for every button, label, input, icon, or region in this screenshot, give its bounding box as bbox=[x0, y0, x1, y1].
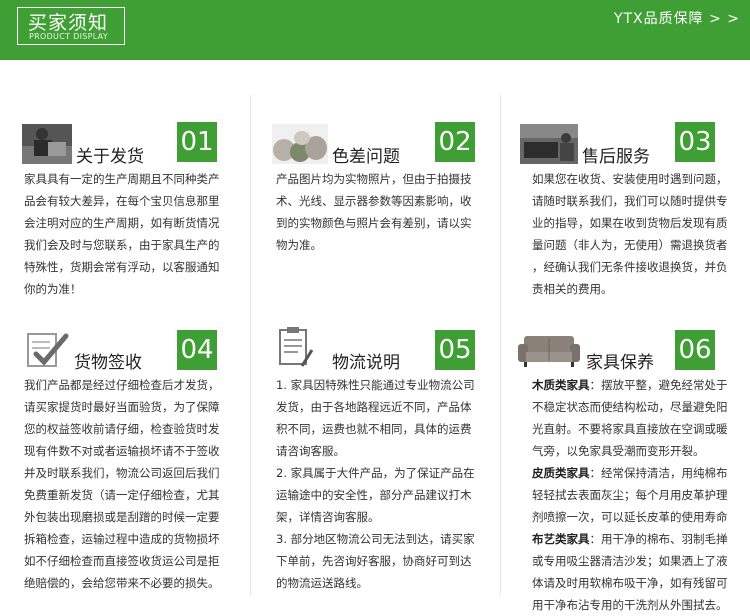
body-line: 剂喷擦一次，可以延长皮革的使用寿命 bbox=[532, 510, 728, 524]
column-divider bbox=[250, 95, 251, 595]
card-title: 关于发货 bbox=[76, 147, 144, 167]
card-title: 家具保养 bbox=[586, 353, 654, 373]
body-line: 气旁，以免家具受潮而变形开裂。 bbox=[532, 444, 705, 458]
header-tab: 买家须知 PRODUCT DISPLAY bbox=[17, 7, 125, 45]
header-bar: 买家须知 PRODUCT DISPLAY YTX品质保障 > > bbox=[0, 0, 750, 60]
body-line: 请买家提货时最好当面验货，为了保障 bbox=[24, 400, 220, 414]
body-line: 用干净布沾专用的干洗剂从外围拭去。 bbox=[532, 598, 728, 612]
body-line: 术、光线、显示器参数等因素影响，收 bbox=[276, 194, 472, 208]
body-line: 皮质类家具：经常保持清洁，用纯棉布 bbox=[532, 462, 748, 484]
body-line: 3. 部分地区物流公司无法到达，请买家 bbox=[276, 532, 475, 546]
body-line: 物为准。 bbox=[276, 238, 322, 252]
card-color-difference: 色差问题 02 产品图片均为实物照片，但由于拍摄技 术、光线、显示器参数等因素影… bbox=[272, 122, 497, 322]
body-line: 不稳定状态而使结构松动，尽量避免阳 bbox=[532, 400, 728, 414]
card-furniture-care: 家具保养 06 木质类家具：摆放平整，避免经常处于 不稳定状态而使结构松动，尽量… bbox=[516, 330, 748, 612]
body-line: 我们会及时与您联系，由于家具生产的 bbox=[24, 238, 220, 252]
card-number: 02 bbox=[435, 122, 475, 162]
card-body: 产品图片均为实物照片，但由于拍摄技 术、光线、显示器参数等因素影响，收 到的实物… bbox=[276, 168, 498, 256]
clipboard-icon bbox=[276, 326, 316, 370]
body-line: 请随时联系我们，我们可以随时提供专 bbox=[532, 194, 728, 208]
body-line: 到的实物颜色与照片会有差别，请以实 bbox=[276, 216, 472, 230]
column-divider bbox=[500, 95, 501, 595]
body-line: 拆箱检查，运输过程中造成的货物损坏 bbox=[24, 532, 220, 546]
body-line: 特殊性，货期会常有浮动，以客服通知 bbox=[24, 260, 220, 274]
body-line: 请咨询客服。 bbox=[276, 444, 345, 458]
sofa-icon bbox=[516, 330, 582, 370]
card-delivery-signing: 货物签收 04 我们产品都是经过仔细检查后才发货， 请买家提货时最好当面验货，为… bbox=[22, 330, 247, 600]
body-line: 责相关的费用。 bbox=[532, 282, 613, 296]
service-sofa-photo-icon bbox=[520, 124, 578, 164]
delivery-worker-photo-icon bbox=[22, 124, 72, 164]
body-line: 的物流运送路线。 bbox=[276, 576, 368, 590]
card-title: 货物签收 bbox=[74, 353, 142, 373]
card-body: 我们产品都是经过仔细检查后才发货， 请买家提货时最好当面验货，为了保障 您的权益… bbox=[24, 374, 249, 594]
body-line: 如不仔细检查而直接签收货运公司是拒 bbox=[24, 554, 220, 568]
card-body: 1. 家具因特殊性只能通过专业物流公司 发货，由于各地路程远近不同，产品体 积不… bbox=[276, 374, 498, 594]
body-line: 品会有较大差异，在每个宝贝信息那里 bbox=[24, 194, 220, 208]
body-line-rest: ：摆放平整，避免经常处于 bbox=[589, 378, 728, 392]
body-line: 免费重新发货（请一定仔细检查，尤其 bbox=[24, 488, 220, 502]
body-line: 如果您在收货、安装使用时遇到问题， bbox=[532, 172, 728, 186]
body-line: 或专用吸尘器清洁沙发；如果洒上了液 bbox=[532, 554, 728, 568]
card-title: 色差问题 bbox=[332, 147, 400, 167]
body-line: ，经确认我们无条件接收退换货，并负 bbox=[532, 260, 728, 274]
body-line: 1. 家具因特殊性只能通过专业物流公司 bbox=[276, 378, 475, 392]
card-title: 物流说明 bbox=[332, 353, 400, 373]
body-line: 运输途中的安全性，部分产品建议打木 bbox=[276, 488, 472, 502]
checklist-icon bbox=[22, 330, 72, 370]
body-line: 下单前，先咨询好客服，协商好可到达 bbox=[276, 554, 472, 568]
body-line: 你的为准！ bbox=[24, 282, 82, 296]
card-number: 01 bbox=[177, 122, 217, 162]
card-number: 04 bbox=[177, 330, 217, 370]
card-title: 售后服务 bbox=[582, 147, 650, 167]
body-line: 家具具有一定的生产周期且不同种类产 bbox=[24, 172, 220, 186]
body-line: 业的指导，如果在收到货物后发现有质 bbox=[532, 216, 728, 230]
body-line-rest: ：经常保持清洁，用纯棉布 bbox=[589, 466, 728, 480]
card-body: 如果您在收货、安装使用时遇到问题， 请随时联系我们，我们可以随时提供专 业的指导… bbox=[532, 168, 747, 300]
body-line: 并及时联系我们，物流公司返回后我们 bbox=[24, 466, 220, 480]
body-line: 外包装出现磨损或是刮蹭的时候一定要 bbox=[24, 510, 220, 524]
body-line: 木质类家具：摆放平整，避免经常处于 bbox=[532, 374, 748, 396]
card-number: 05 bbox=[435, 330, 475, 370]
body-line: 体请及时用软棉布吸干净，如有残留可 bbox=[532, 576, 728, 590]
keyword-wood: 木质类家具 bbox=[532, 378, 590, 392]
body-line: 发货，由于各地路程远近不同，产品体 bbox=[276, 400, 472, 414]
body-line: 绝赔偿的，会给您带来不必要的损失。 bbox=[24, 576, 220, 590]
keyword-fabric: 布艺类家具 bbox=[532, 532, 590, 546]
quality-guarantee-link[interactable]: YTX品质保障 > > bbox=[614, 8, 740, 28]
card-after-sales: 售后服务 03 如果您在收货、安装使用时遇到问题， 请随时联系我们，我们可以随时… bbox=[520, 122, 745, 322]
card-body: 家具具有一定的生产周期且不同种类产 品会有较大差异，在每个宝贝信息那里 会注明对… bbox=[24, 168, 249, 300]
card-logistics: 物流说明 05 1. 家具因特殊性只能通过专业物流公司 发货，由于各地路程远近不… bbox=[276, 327, 498, 600]
card-number: 06 bbox=[675, 330, 715, 370]
body-line: 光直射。不要将家具直接放在空调或暖 bbox=[532, 422, 728, 436]
body-line: 布艺类家具：用干净的棉布、羽制毛掸 bbox=[532, 528, 748, 550]
body-line-rest: ：用干净的棉布、羽制毛掸 bbox=[589, 532, 728, 546]
card-number: 03 bbox=[675, 122, 715, 162]
card-body: 木质类家具：摆放平整，避免经常处于 不稳定状态而使结构松动，尽量避免阳 光直射。… bbox=[532, 374, 748, 616]
body-line: 量问题（非人为，无使用）需退换货者 bbox=[532, 238, 728, 252]
body-line: 现有件数不对或者运输损坏请不于签收 bbox=[24, 444, 220, 458]
body-line: 我们产品都是经过仔细检查后才发货， bbox=[24, 378, 220, 392]
body-line: 2. 家具属于大件产品，为了保证产品在 bbox=[276, 466, 475, 480]
header-subtitle: PRODUCT DISPLAY bbox=[29, 32, 109, 41]
body-line: 积不同，运费也就不相同，具体的运费 bbox=[276, 422, 472, 436]
body-line: 轻轻拭去表面灰尘；每个月用皮革护理 bbox=[532, 488, 728, 502]
header-title: 买家须知 bbox=[28, 12, 109, 34]
body-line: 架，详情咨询客服。 bbox=[276, 510, 380, 524]
body-line: 产品图片均为实物照片，但由于拍摄技 bbox=[276, 172, 472, 186]
body-line: 会注明对应的生产周期，如有断货情况 bbox=[24, 216, 220, 230]
card-shipping: 关于发货 01 家具具有一定的生产周期且不同种类产 品会有较大差异，在每个宝贝信… bbox=[22, 122, 247, 322]
body-line: 您的权益签收前请仔细，检查验货时发 bbox=[24, 422, 220, 436]
color-fabric-photo-icon bbox=[272, 124, 328, 164]
keyword-leather: 皮质类家具 bbox=[532, 466, 590, 480]
